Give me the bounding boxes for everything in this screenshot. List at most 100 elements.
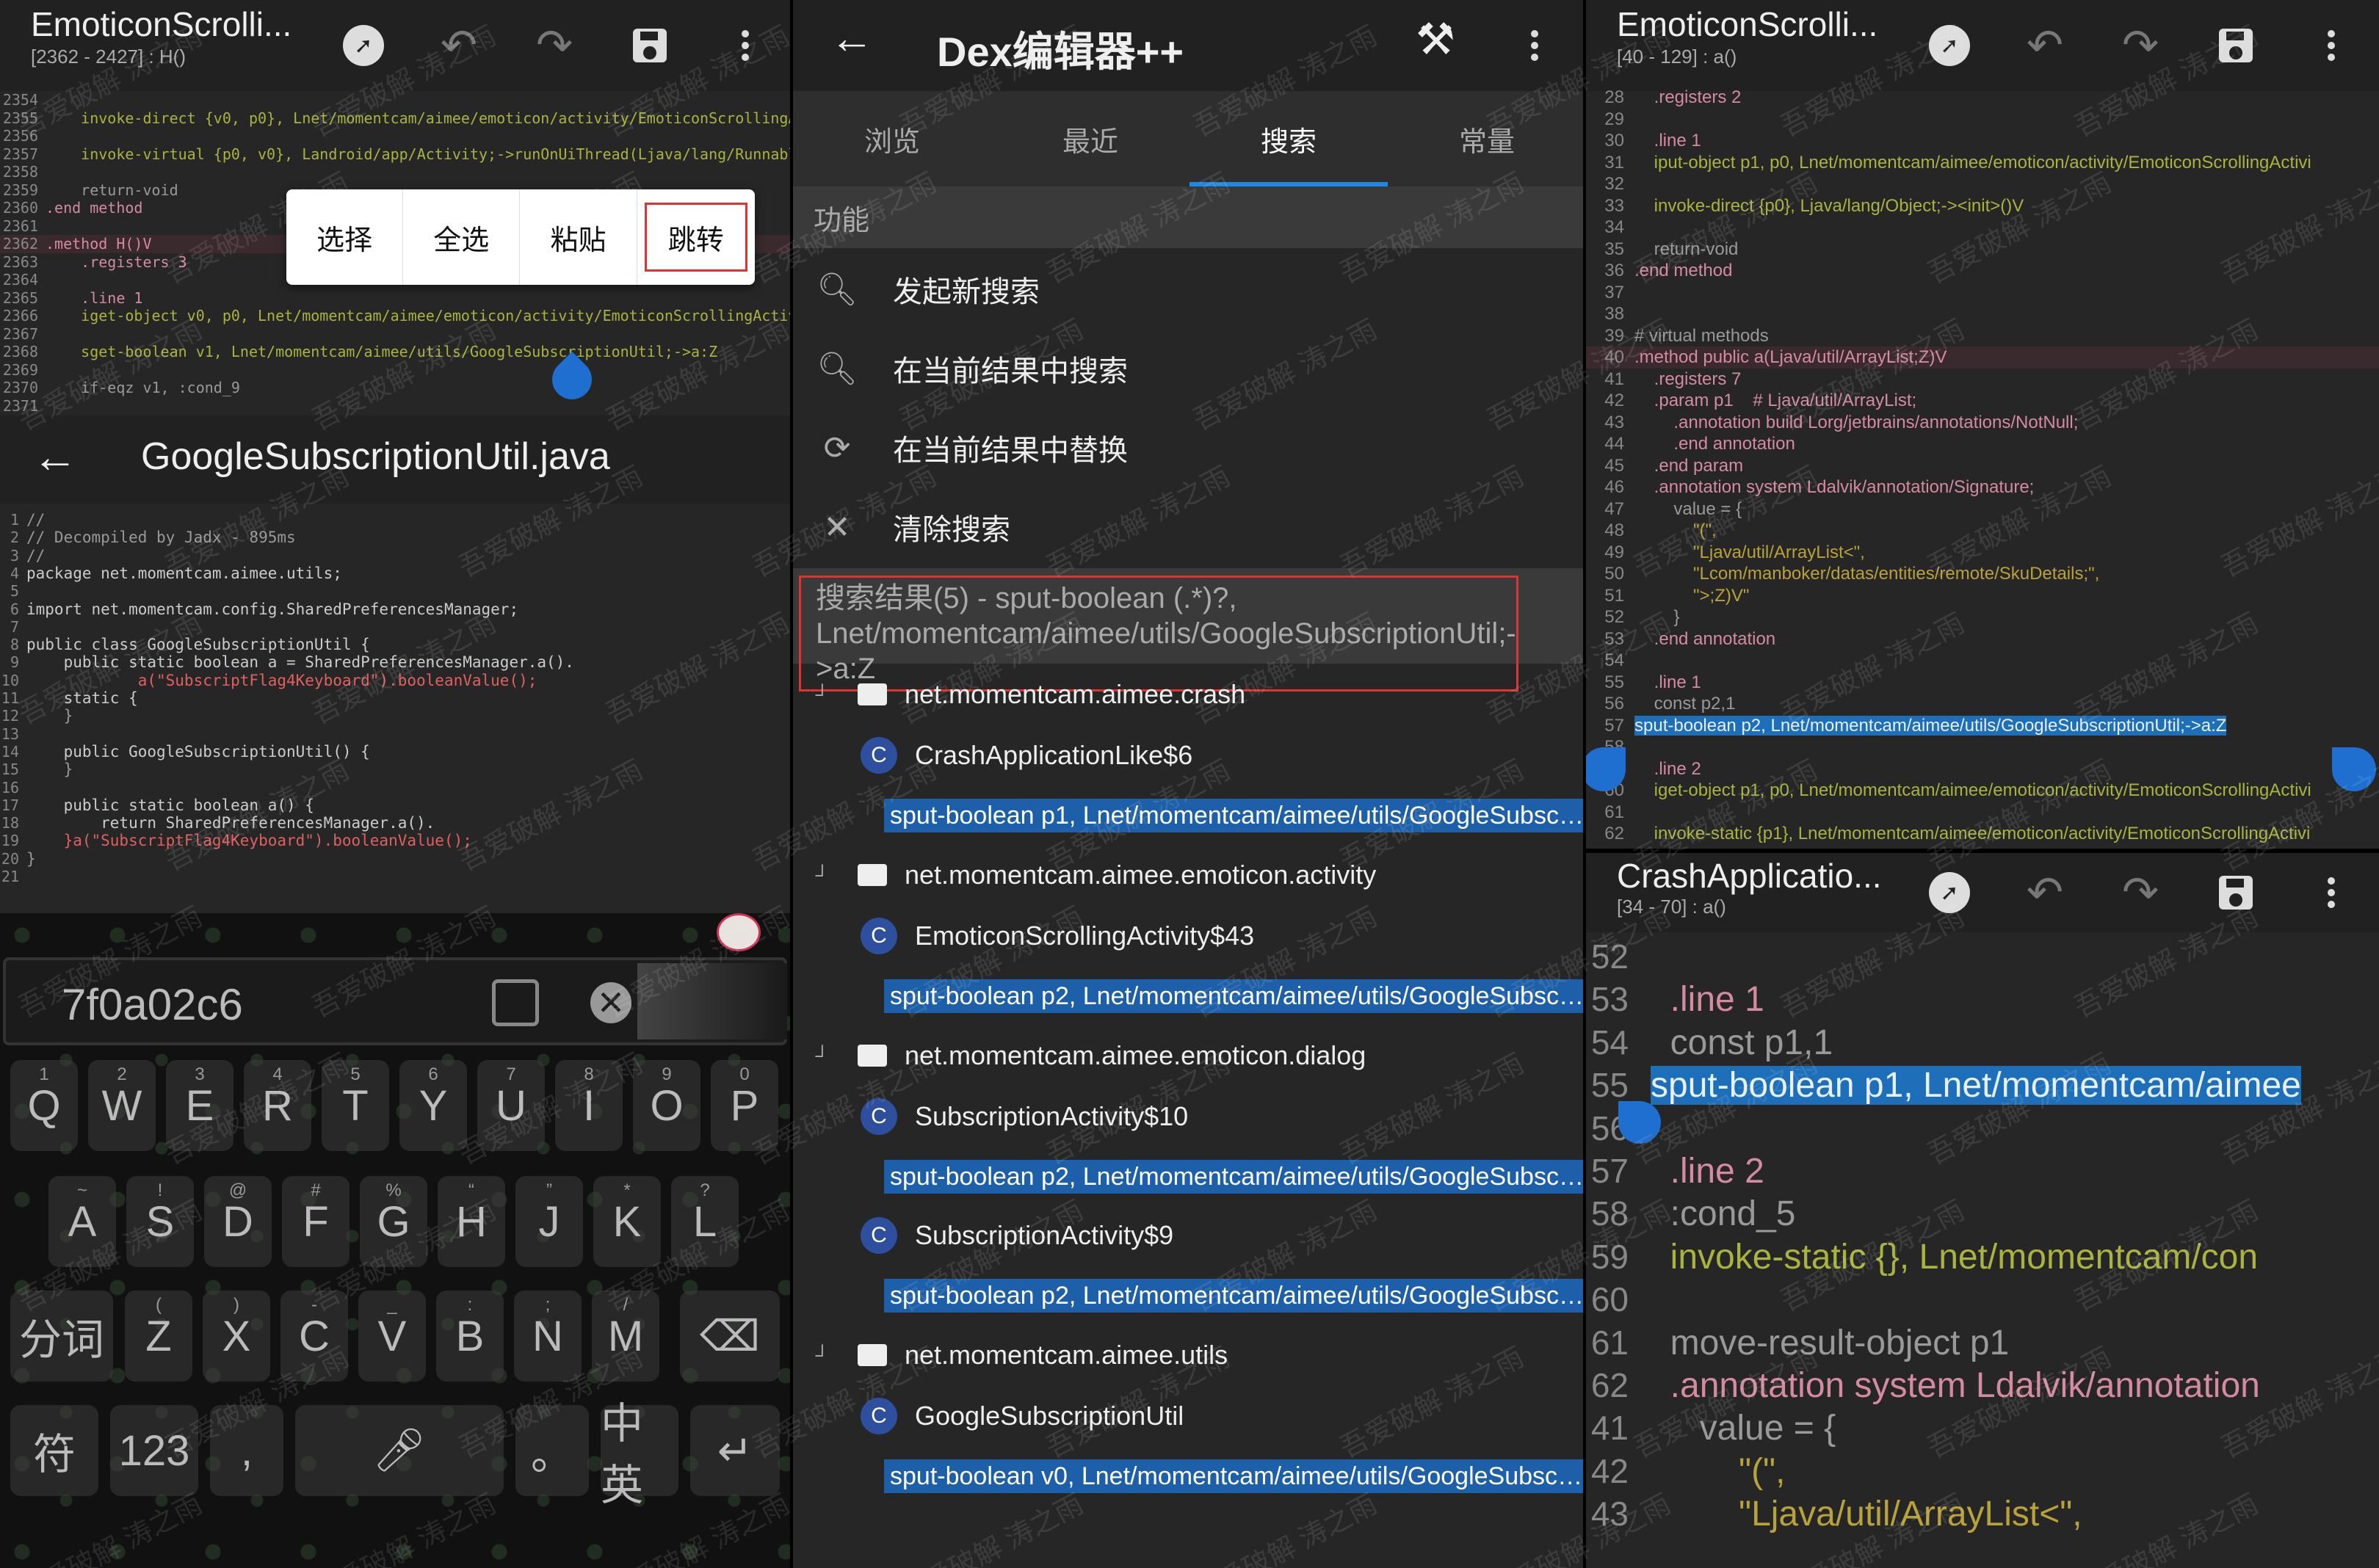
- search-result[interactable]: sput-boolean v0, Lnet/momentcam/aimee/ut…: [793, 1446, 1586, 1506]
- key-comma[interactable]: ,: [210, 1405, 283, 1496]
- redo-button[interactable]: ↷: [2111, 16, 2170, 75]
- package-node[interactable]: ┘ net.momentcam.aimee.crash: [793, 664, 1586, 725]
- key-i[interactable]: 8I: [555, 1060, 623, 1151]
- back-button[interactable]: ←: [830, 16, 874, 60]
- selection-handle-right[interactable]: [2332, 747, 2376, 791]
- menu-select[interactable]: 选择: [286, 189, 404, 285]
- menu-paste[interactable]: 粘贴: [520, 189, 637, 285]
- search-in-results-item[interactable]: 🔍︎ 在当前结果中搜索: [793, 329, 1586, 408]
- key-x[interactable]: ) X: [203, 1291, 270, 1382]
- undo-button[interactable]: ↶: [2016, 863, 2074, 922]
- search-result[interactable]: sput-boolean p1, Lnet/momentcam/aimee/ut…: [793, 785, 1586, 846]
- key-t[interactable]: 5T: [322, 1060, 389, 1151]
- key-b[interactable]: :B: [436, 1291, 504, 1382]
- close-icon[interactable]: ✕: [590, 982, 631, 1023]
- navigate-button[interactable]: ➚: [1920, 16, 1979, 75]
- key-a[interactable]: ~ A: [48, 1176, 116, 1267]
- key-q[interactable]: 1Q: [10, 1060, 78, 1151]
- back-button[interactable]: ←: [32, 435, 78, 480]
- clear-search-item[interactable]: ✕ 清除搜索: [793, 487, 1586, 567]
- save-button[interactable]: [2206, 16, 2265, 75]
- save-button[interactable]: [2206, 863, 2265, 922]
- search-result[interactable]: sput-boolean p2, Lnet/momentcam/aimee/ut…: [793, 966, 1586, 1026]
- class-name: SubscriptionActivity$9: [915, 1220, 1174, 1250]
- package-node[interactable]: ┘ net.momentcam.aimee.emoticon.dialog: [793, 1025, 1586, 1086]
- key-lang-switch[interactable]: 中英: [601, 1400, 678, 1509]
- avatar[interactable]: [717, 913, 761, 951]
- enter-key[interactable]: ↵: [690, 1405, 780, 1496]
- class-node[interactable]: C EmoticonScrollingActivity$43: [793, 906, 1586, 966]
- input-field[interactable]: 7f0a02c6: [62, 979, 243, 1030]
- key-j[interactable]: ” J: [515, 1176, 583, 1267]
- code-area[interactable]: 28 .registers 2 29 30 .line 1 31 iput-objec…: [1586, 87, 2379, 852]
- key-g[interactable]: % G: [360, 1176, 427, 1267]
- line-text: public GoogleSubscriptionUtil() {: [26, 742, 370, 761]
- key-p[interactable]: 0P: [711, 1060, 778, 1151]
- key-y[interactable]: 6Y: [399, 1060, 467, 1151]
- key-d[interactable]: @ D: [204, 1176, 272, 1267]
- key-numbers[interactable]: 123: [110, 1405, 198, 1496]
- more-button[interactable]: [2302, 863, 2361, 922]
- key-u[interactable]: 7U: [477, 1060, 545, 1151]
- line-number: 42: [1590, 1451, 1629, 1490]
- space-mic-key[interactable]: 🎤︎: [295, 1405, 504, 1496]
- build-hammer-icon[interactable]: ⚒: [1416, 18, 1455, 62]
- key-e[interactable]: 3E: [166, 1060, 233, 1151]
- redo-icon: ↷: [535, 21, 573, 70]
- selection-handle[interactable]: [1618, 1101, 1661, 1144]
- key-n[interactable]: ; N: [514, 1291, 582, 1382]
- redo-button[interactable]: ↷: [525, 16, 584, 75]
- key-symbols[interactable]: 符: [10, 1405, 98, 1496]
- key-segment[interactable]: 分词: [10, 1291, 113, 1382]
- key-z[interactable]: (Z: [125, 1291, 192, 1382]
- menu-goto[interactable]: 跳转: [644, 203, 748, 272]
- class-node[interactable]: C SubscriptionActivity$9: [793, 1205, 1586, 1266]
- search-result[interactable]: sput-boolean p2, Lnet/momentcam/aimee/ut…: [793, 1147, 1586, 1207]
- key-l[interactable]: ? L: [671, 1176, 739, 1267]
- class-node[interactable]: C SubscriptionActivity$10: [793, 1086, 1586, 1147]
- line-number: 2369: [2, 360, 38, 379]
- tab-search[interactable]: 搜索: [1190, 91, 1388, 186]
- code-line: 4 package net.momentcam.aimee.utils;: [0, 565, 793, 582]
- tab-constants[interactable]: 常量: [1388, 91, 1586, 186]
- redo-button[interactable]: ↷: [2111, 863, 2170, 922]
- package-node[interactable]: ┘ net.momentcam.aimee.emoticon.activity: [793, 844, 1586, 906]
- line-text: sput-boolean p2, Lnet/momentcam/aimee/ut…: [1634, 715, 2227, 736]
- line-number: 42: [1604, 391, 1624, 410]
- key-w[interactable]: 2W: [88, 1060, 156, 1151]
- new-search-item[interactable]: 🔍︎ 发起新搜索: [793, 250, 1586, 329]
- navigate-button[interactable]: ➚: [1920, 863, 1979, 922]
- key-period[interactable]: 。: [515, 1405, 589, 1496]
- key-h[interactable]: “H: [438, 1176, 505, 1267]
- navigate-button[interactable]: ➚: [334, 16, 393, 75]
- tab-browse[interactable]: 浏览: [793, 91, 991, 186]
- line-number: 60: [1590, 1280, 1629, 1319]
- tab-recent[interactable]: 最近: [991, 91, 1190, 186]
- package-node[interactable]: ┘ net.momentcam.aimee.utils: [793, 1324, 1586, 1386]
- key-k[interactable]: * K: [593, 1176, 661, 1267]
- java-code[interactable]: 1 // 2 // Decompiled by Jadx - 895ms 3 // 4 pac…: [0, 504, 793, 913]
- more-button[interactable]: [1505, 16, 1564, 75]
- clipboard-icon[interactable]: [492, 979, 539, 1026]
- more-button[interactable]: [2302, 16, 2361, 75]
- save-button[interactable]: [620, 16, 679, 75]
- undo-button[interactable]: ↶: [430, 16, 488, 75]
- search-result[interactable]: sput-boolean p2, Lnet/momentcam/aimee/ut…: [793, 1266, 1586, 1326]
- undo-button[interactable]: ↶: [2016, 16, 2074, 75]
- more-button[interactable]: [716, 16, 775, 75]
- menu-select-all[interactable]: 全选: [403, 189, 521, 285]
- class-node[interactable]: C CrashApplicationLike$6: [793, 725, 1586, 785]
- code-area[interactable]: 52 53 .line 1 54 const p1,1 55 sput-boolean …: [1586, 932, 2379, 1568]
- key-c[interactable]: -C: [280, 1291, 348, 1382]
- line-number: 15: [1, 761, 19, 779]
- line-number: 2367: [2, 324, 38, 343]
- key-r[interactable]: 4R: [244, 1060, 311, 1151]
- key-o[interactable]: 9O: [633, 1060, 700, 1151]
- class-node[interactable]: C GoogleSubscriptionUtil: [793, 1386, 1586, 1446]
- replace-in-results-item[interactable]: ⟳ 在当前结果中替换: [793, 408, 1586, 487]
- key-m[interactable]: / M: [592, 1291, 659, 1382]
- key-v[interactable]: _ V: [358, 1291, 426, 1382]
- key-f[interactable]: # F: [282, 1176, 350, 1267]
- backspace-key[interactable]: ⌫: [680, 1291, 780, 1382]
- key-s[interactable]: ! S: [126, 1176, 194, 1267]
